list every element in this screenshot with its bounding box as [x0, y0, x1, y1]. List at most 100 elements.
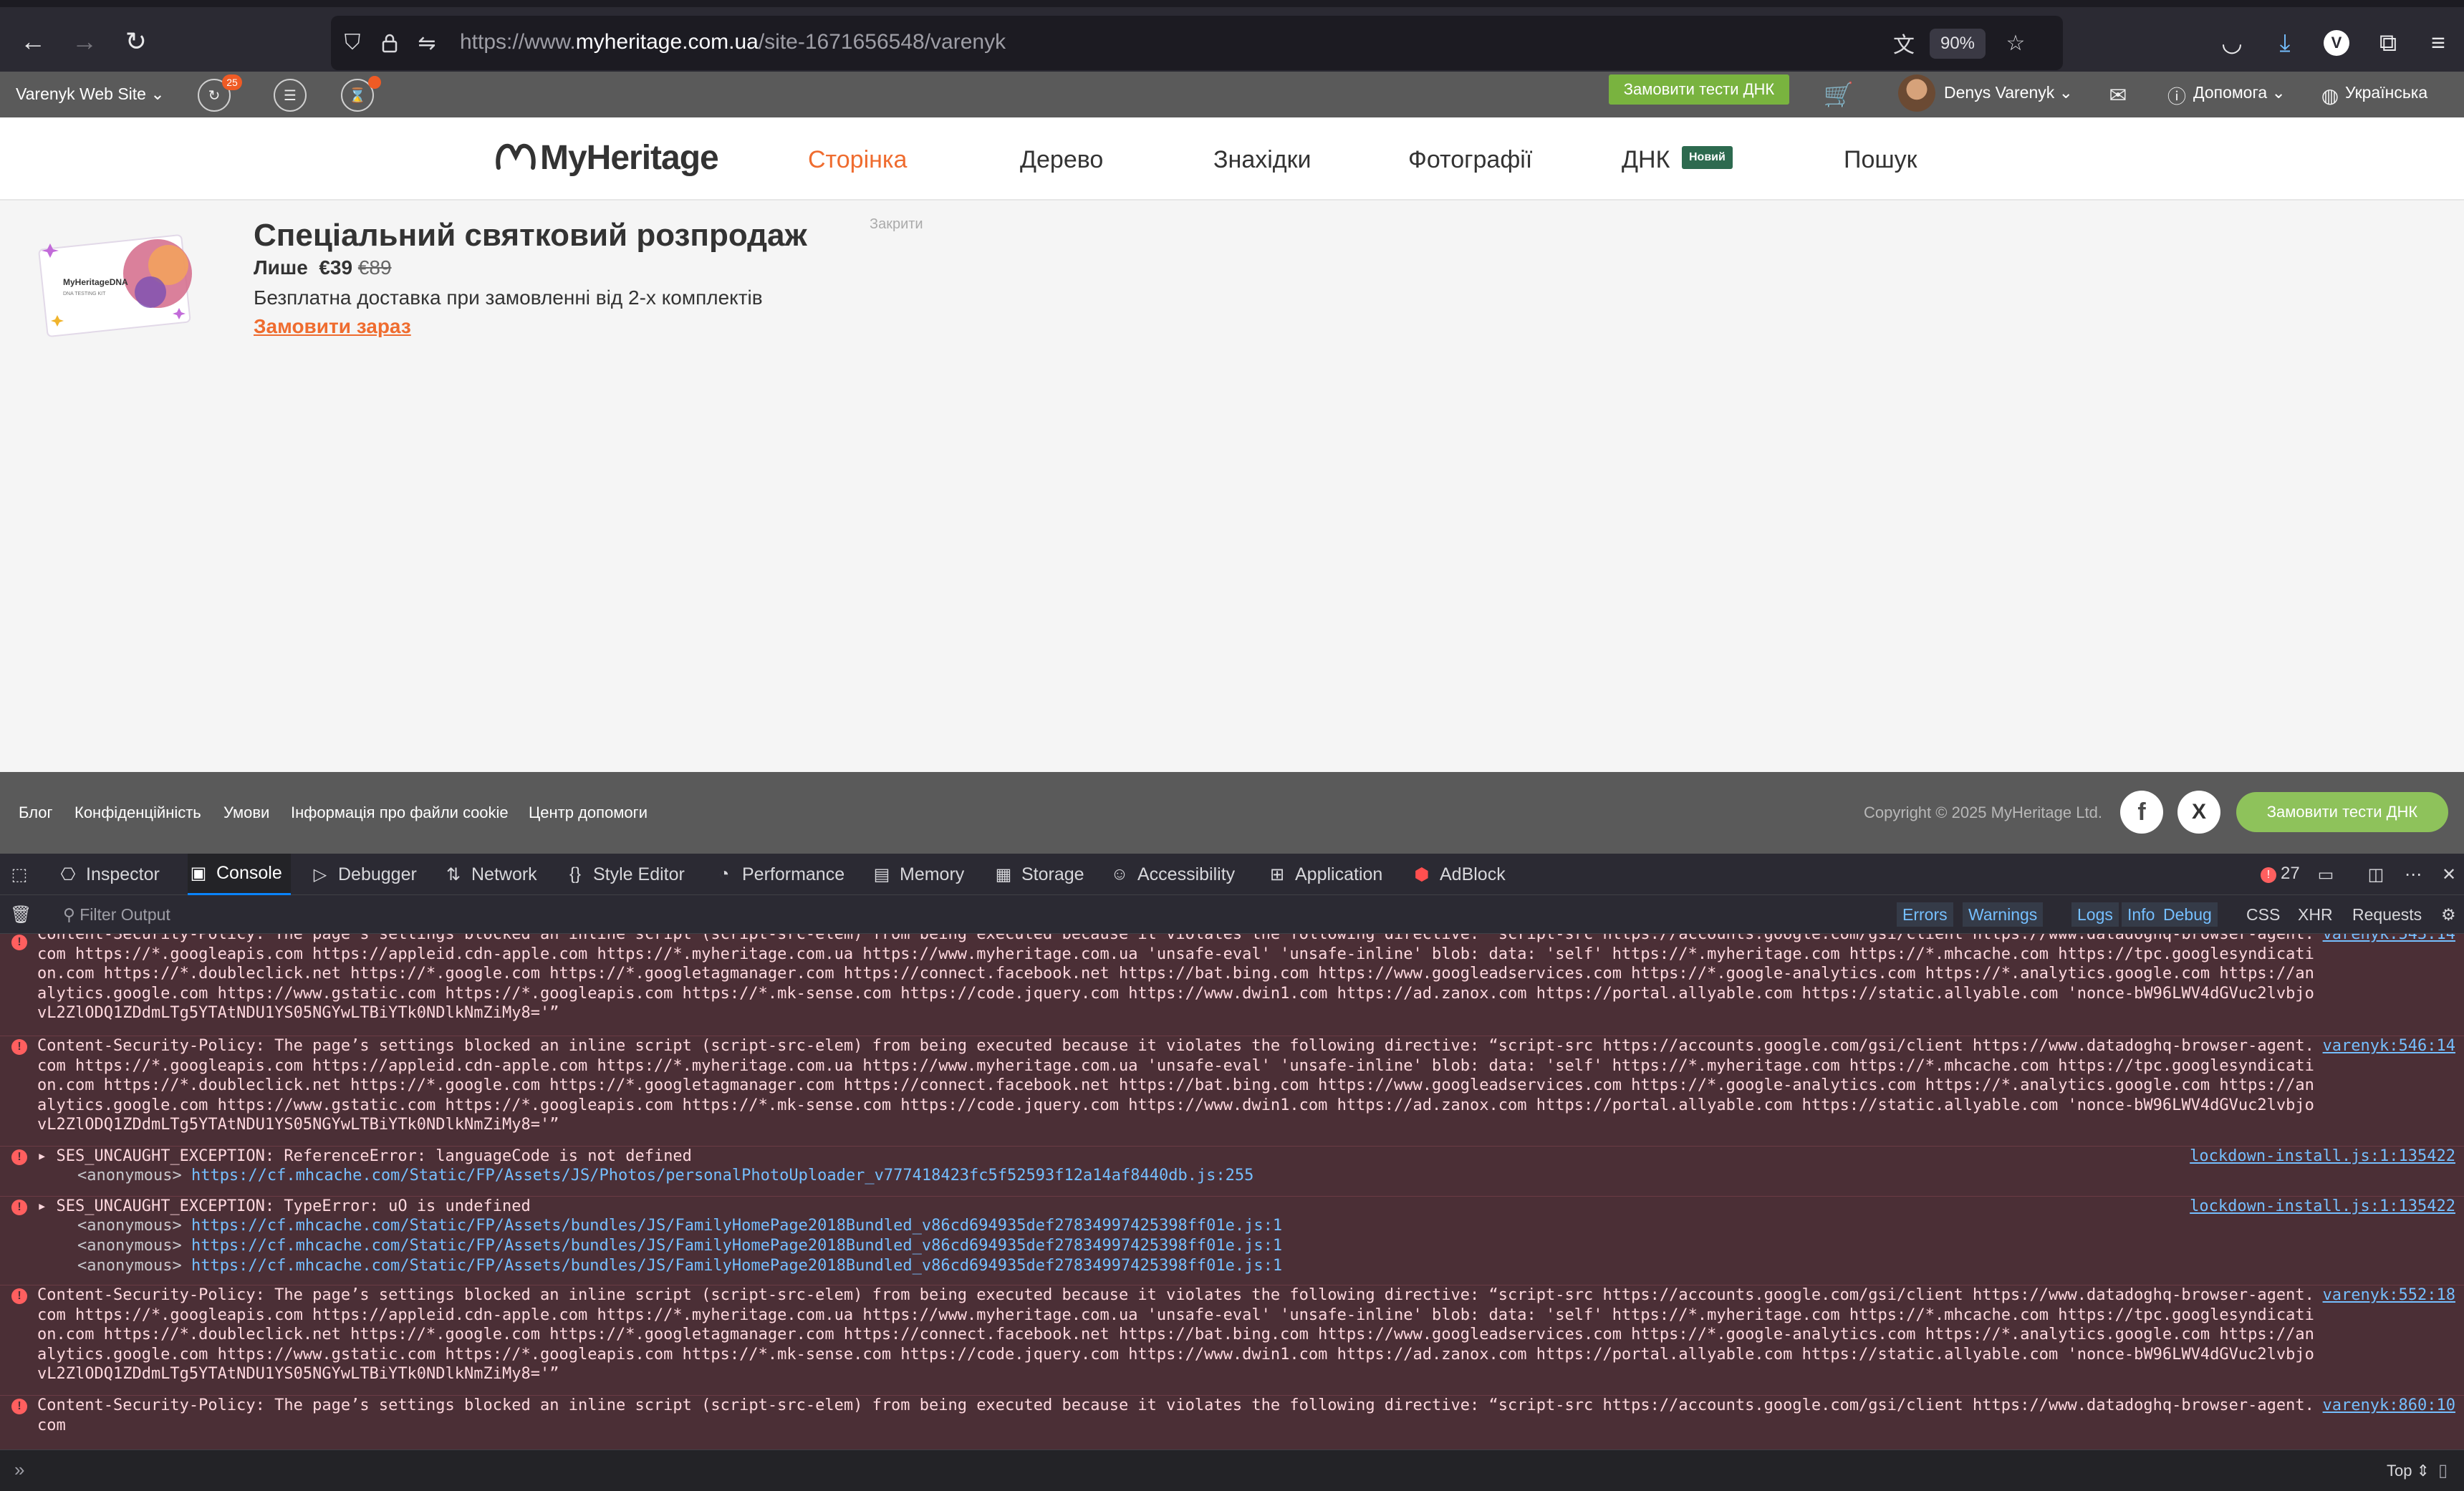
bookmark-star-icon[interactable]: ☆ — [2001, 29, 2030, 57]
back-icon[interactable]: ← — [13, 21, 53, 62]
footer-link-terms[interactable]: Умови — [223, 804, 269, 822]
translate-icon[interactable]: 文 — [1890, 29, 1918, 57]
tab-style-editor[interactable]: {} Style Editor — [564, 854, 685, 895]
tab-memory[interactable]: ▤ Memory — [871, 854, 965, 895]
console-settings-icon[interactable]: ⚙ — [2435, 902, 2462, 927]
footer-order-dna-button[interactable]: Замовити тести ДНК — [2236, 792, 2448, 832]
main-navigation: MyHeritage Сторінка Дерево Знахідки Фото… — [0, 117, 2464, 201]
zoom-level[interactable]: 90% — [1930, 29, 1986, 59]
tab-network[interactable]: ⇅ Network — [443, 854, 537, 895]
console-message-text[interactable]: ▸ SES_UNCAUGHT_EXCEPTION: TypeError: uO … — [37, 1197, 2315, 1217]
filter-xhr[interactable]: XHR — [2292, 902, 2339, 927]
chevron-down-icon: ⌄ — [2059, 83, 2073, 102]
console-message-source[interactable]: varenyk:552:18 — [2323, 1285, 2455, 1306]
dock-icon[interactable]: ◫ — [2365, 854, 2394, 895]
nav-photos[interactable]: Фотографії — [1408, 146, 1532, 174]
forward-icon[interactable]: → — [64, 21, 105, 62]
pocket-icon[interactable]: ◡ — [2215, 26, 2249, 60]
nav-dna[interactable]: ДНК — [1622, 146, 1670, 174]
console-message-source[interactable]: lockdown-install.js:1:135422 — [2190, 1147, 2455, 1167]
stack-frame: <anonymous> https://cf.mhcache.com/Stati… — [77, 1257, 1283, 1275]
error-icon: ! — [11, 935, 27, 950]
reload-icon[interactable]: ↻ — [116, 21, 156, 62]
stack-frame-url[interactable]: https://cf.mhcache.com/Static/FP/Assets/… — [191, 1217, 1282, 1235]
mail-icon[interactable]: ✉ — [2102, 79, 2135, 112]
nav-tree[interactable]: Дерево — [1020, 146, 1103, 174]
filter-requests[interactable]: Requests — [2347, 902, 2427, 927]
console-message-text: Content-Security-Policy: The page’s sett… — [37, 1286, 2314, 1384]
facebook-icon[interactable]: f — [2120, 791, 2163, 834]
nav-home[interactable]: Сторінка — [808, 146, 907, 174]
tab-storage[interactable]: ▦ Storage — [993, 854, 1084, 895]
debugger-icon: ▷ — [313, 864, 327, 884]
tab-console[interactable]: ▣ Console — [188, 854, 291, 895]
filter-errors[interactable]: Errors — [1897, 902, 1953, 927]
console-message-source[interactable]: lockdown-install.js:1:135422 — [2190, 1197, 2455, 1217]
language-selector[interactable]: Українська — [2345, 83, 2427, 102]
promo-close-link[interactable]: Закрити — [870, 216, 923, 233]
close-devtools-icon[interactable]: ✕ — [2438, 854, 2464, 895]
more-options-icon[interactable]: ⋯ — [2402, 854, 2431, 895]
console-input[interactable]: » Top ⇕ ▯ — [0, 1449, 2464, 1491]
filter-debug[interactable]: Debug — [2157, 902, 2218, 927]
nav-discoveries[interactable]: Знахідки — [1213, 146, 1311, 174]
myheritage-logo[interactable]: MyHeritage — [494, 137, 719, 178]
site-selector[interactable]: Varenyk Web Site ⌄ — [16, 85, 165, 104]
editor-mode-icon[interactable]: ▯ — [2438, 1460, 2448, 1481]
clear-console-icon[interactable]: 🗑 — [10, 895, 39, 934]
tab-inspector[interactable]: ⎔ Inspector — [57, 854, 160, 895]
tab-accessibility[interactable]: ☺ Accessibility — [1109, 854, 1235, 895]
element-picker-icon[interactable]: ⬚ — [9, 854, 37, 895]
console-message-text[interactable]: ▸ SES_UNCAUGHT_EXCEPTION: ReferenceError… — [37, 1147, 2315, 1167]
footer-link-blog[interactable]: Блог — [19, 804, 53, 822]
stack-frame: <anonymous> https://cf.mhcache.com/Stati… — [77, 1217, 1283, 1235]
responsive-mode-icon[interactable]: ▭ — [2315, 854, 2344, 895]
kit-sub-text: DNA TESTING KIT — [63, 291, 106, 296]
permissions-icon[interactable]: ⇋ — [413, 29, 441, 57]
cart-icon[interactable]: 🛒 — [1822, 79, 1855, 112]
nav-search[interactable]: Пошук — [1844, 146, 1917, 174]
filter-output-input[interactable]: ⚲ Filter Output — [63, 905, 170, 925]
console-message-source[interactable]: varenyk:543:14 — [2323, 934, 2455, 945]
lock-icon[interactable] — [375, 29, 404, 57]
downloads-icon[interactable]: ⤓ — [2268, 26, 2302, 60]
x-twitter-icon[interactable]: X — [2177, 791, 2220, 834]
stack-frame-url[interactable]: https://cf.mhcache.com/Static/FP/Assets/… — [191, 1167, 1253, 1184]
stack-frame-url[interactable]: https://cf.mhcache.com/Static/FP/Assets/… — [191, 1237, 1282, 1255]
tasks-icon[interactable]: ☰ — [274, 79, 307, 112]
promo-shipping: Безплатна доставка при замовленні від 2-… — [254, 286, 763, 309]
console-prompt-icon: » — [14, 1459, 25, 1480]
order-now-link[interactable]: Замовити зараз — [254, 315, 411, 338]
filter-css[interactable]: CSS — [2241, 902, 2286, 927]
profile-icon[interactable]: V — [2319, 26, 2354, 60]
promo-price: Лише €39 €89 — [254, 256, 392, 279]
console-message-source[interactable]: varenyk:860:10 — [2323, 1396, 2455, 1416]
filter-warnings[interactable]: Warnings — [1963, 902, 2044, 927]
menu-icon[interactable]: ≡ — [2421, 26, 2455, 60]
shield-icon[interactable]: ⛉ — [338, 29, 367, 57]
site-top-bar: Varenyk Web Site ⌄ ↻ 25 ☰ ⌛ Замовити тес… — [0, 72, 2464, 117]
extensions-icon[interactable]: ⧉ — [2371, 26, 2405, 60]
console-message-text: Content-Security-Policy: The page’s sett… — [37, 1396, 2314, 1434]
footer-link-cookies[interactable]: Інформація про файли cookie — [291, 804, 509, 822]
help-menu[interactable]: Допомога ⌄ — [2193, 83, 2286, 102]
error-count[interactable]: ! 27 — [2261, 864, 2300, 884]
filter-logs[interactable]: Logs — [2071, 902, 2119, 927]
error-icon: ! — [2261, 867, 2276, 883]
filter-info[interactable]: Info — [2122, 902, 2161, 927]
inspector-icon: ⎔ — [60, 864, 76, 884]
order-dna-button[interactable]: Замовити тести ДНК — [1609, 74, 1789, 105]
tab-adblock[interactable]: ⬢ AdBlock — [1411, 854, 1506, 895]
avatar[interactable] — [1898, 74, 1935, 112]
footer-link-privacy[interactable]: Конфіденційність — [74, 804, 201, 822]
console-message-source[interactable]: varenyk:546:14 — [2323, 1036, 2455, 1056]
url-bar[interactable]: ⛉ ⇋ https://www.myheritage.com.ua/site-1… — [331, 16, 2063, 70]
url-text[interactable]: https://www.myheritage.com.ua/site-16716… — [460, 30, 1006, 54]
footer-link-help-center[interactable]: Центр допомоги — [529, 804, 648, 822]
tab-performance[interactable]: ◔ Performance — [713, 854, 844, 895]
tab-debugger[interactable]: ▷ Debugger — [309, 854, 417, 895]
context-selector[interactable]: Top ⇕ — [2387, 1462, 2430, 1480]
tab-application[interactable]: ⊞ Application — [1266, 854, 1382, 895]
stack-frame-url[interactable]: https://cf.mhcache.com/Static/FP/Assets/… — [191, 1257, 1282, 1275]
user-menu[interactable]: Denys Varenyk ⌄ — [1944, 83, 2073, 102]
